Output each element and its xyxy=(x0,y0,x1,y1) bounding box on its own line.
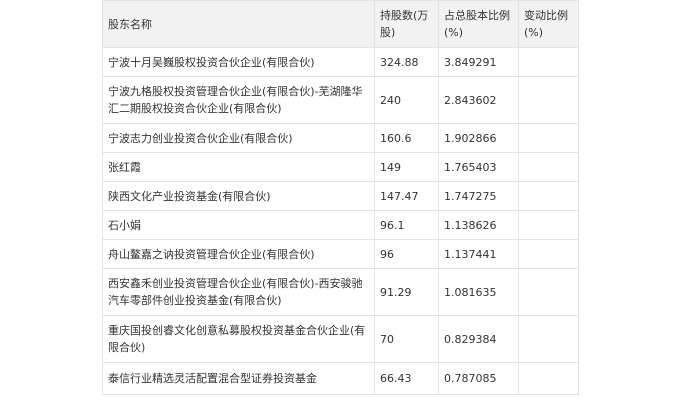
cell-shares: 160.6 xyxy=(374,123,439,153)
cell-change xyxy=(518,181,579,211)
cell-name: 泰信行业精选灵活配置混合型证券投资基金 xyxy=(102,362,375,395)
cell-shares: 96.1 xyxy=(374,210,439,240)
cell-name: 重庆国投创睿文化创意私募股权投资基金合伙企业(有限合伙) xyxy=(102,315,375,363)
cell-name: 张红霞 xyxy=(102,152,375,182)
cell-name: 西安鑫禾创业投资管理合伙企业(有限合伙)-西安骏驰汽车零部件创业投资基金(有限合… xyxy=(102,268,375,316)
table-row: 宁波九格股权投资管理合伙企业(有限合伙)-芜湖隆华汇二期股权投资合伙企业(有限合… xyxy=(102,76,579,124)
table-row: 张红霞 149 1.765403 xyxy=(102,152,579,182)
cell-pct: 1.081635 xyxy=(438,268,519,316)
cell-name: 宁波九格股权投资管理合伙企业(有限合伙)-芜湖隆华汇二期股权投资合伙企业(有限合… xyxy=(102,76,375,124)
shareholders-table: 股东名称 持股数(万股) 占总股本比例(%) 变动比例(%) 宁波十月吴巍股权投… xyxy=(102,0,579,395)
header-shares: 持股数(万股) xyxy=(374,0,439,48)
cell-shares: 149 xyxy=(374,152,439,182)
table-row: 石小娟 96.1 1.138626 xyxy=(102,210,579,240)
header-share-ratio: 占总股本比例(%) xyxy=(438,0,519,48)
table-row: 泰信行业精选灵活配置混合型证券投资基金 66.43 0.787085 xyxy=(102,362,579,395)
header-shareholder-name: 股东名称 xyxy=(102,0,375,48)
cell-shares: 66.43 xyxy=(374,362,439,395)
cell-pct: 0.829384 xyxy=(438,315,519,363)
cell-pct: 2.843602 xyxy=(438,76,519,124)
cell-pct: 0.787085 xyxy=(438,362,519,395)
cell-pct: 1.747275 xyxy=(438,181,519,211)
cell-pct: 3.849291 xyxy=(438,47,519,77)
cell-pct: 1.137441 xyxy=(438,239,519,269)
cell-change xyxy=(518,210,579,240)
cell-shares: 96 xyxy=(374,239,439,269)
cell-pct: 1.138626 xyxy=(438,210,519,240)
cell-pct: 1.902866 xyxy=(438,123,519,153)
cell-name: 陕西文化产业投资基金(有限合伙) xyxy=(102,181,375,211)
cell-name: 舟山鳌嘉之讷投资管理合伙企业(有限合伙) xyxy=(102,239,375,269)
table-row: 西安鑫禾创业投资管理合伙企业(有限合伙)-西安骏驰汽车零部件创业投资基金(有限合… xyxy=(102,268,579,316)
table-row: 陕西文化产业投资基金(有限合伙) 147.47 1.747275 xyxy=(102,181,579,211)
table-row: 宁波十月吴巍股权投资合伙企业(有限合伙) 324.88 3.849291 xyxy=(102,47,579,77)
cell-name: 宁波志力创业投资合伙企业(有限合伙) xyxy=(102,123,375,153)
cell-change xyxy=(518,123,579,153)
cell-change xyxy=(518,315,579,363)
table-row: 宁波志力创业投资合伙企业(有限合伙) 160.6 1.902866 xyxy=(102,123,579,153)
table-header-row: 股东名称 持股数(万股) 占总股本比例(%) 变动比例(%) xyxy=(102,0,579,48)
table-row: 重庆国投创睿文化创意私募股权投资基金合伙企业(有限合伙) 70 0.829384 xyxy=(102,315,579,363)
cell-pct: 1.765403 xyxy=(438,152,519,182)
header-change-ratio: 变动比例(%) xyxy=(518,0,579,48)
cell-change xyxy=(518,47,579,77)
cell-change xyxy=(518,362,579,395)
cell-change xyxy=(518,152,579,182)
cell-name: 宁波十月吴巍股权投资合伙企业(有限合伙) xyxy=(102,47,375,77)
cell-change xyxy=(518,76,579,124)
cell-shares: 70 xyxy=(374,315,439,363)
cell-shares: 147.47 xyxy=(374,181,439,211)
cell-change xyxy=(518,239,579,269)
cell-name: 石小娟 xyxy=(102,210,375,240)
cell-shares: 240 xyxy=(374,76,439,124)
cell-shares: 324.88 xyxy=(374,47,439,77)
cell-change xyxy=(518,268,579,316)
cell-shares: 91.29 xyxy=(374,268,439,316)
table-row: 舟山鳌嘉之讷投资管理合伙企业(有限合伙) 96 1.137441 xyxy=(102,239,579,269)
